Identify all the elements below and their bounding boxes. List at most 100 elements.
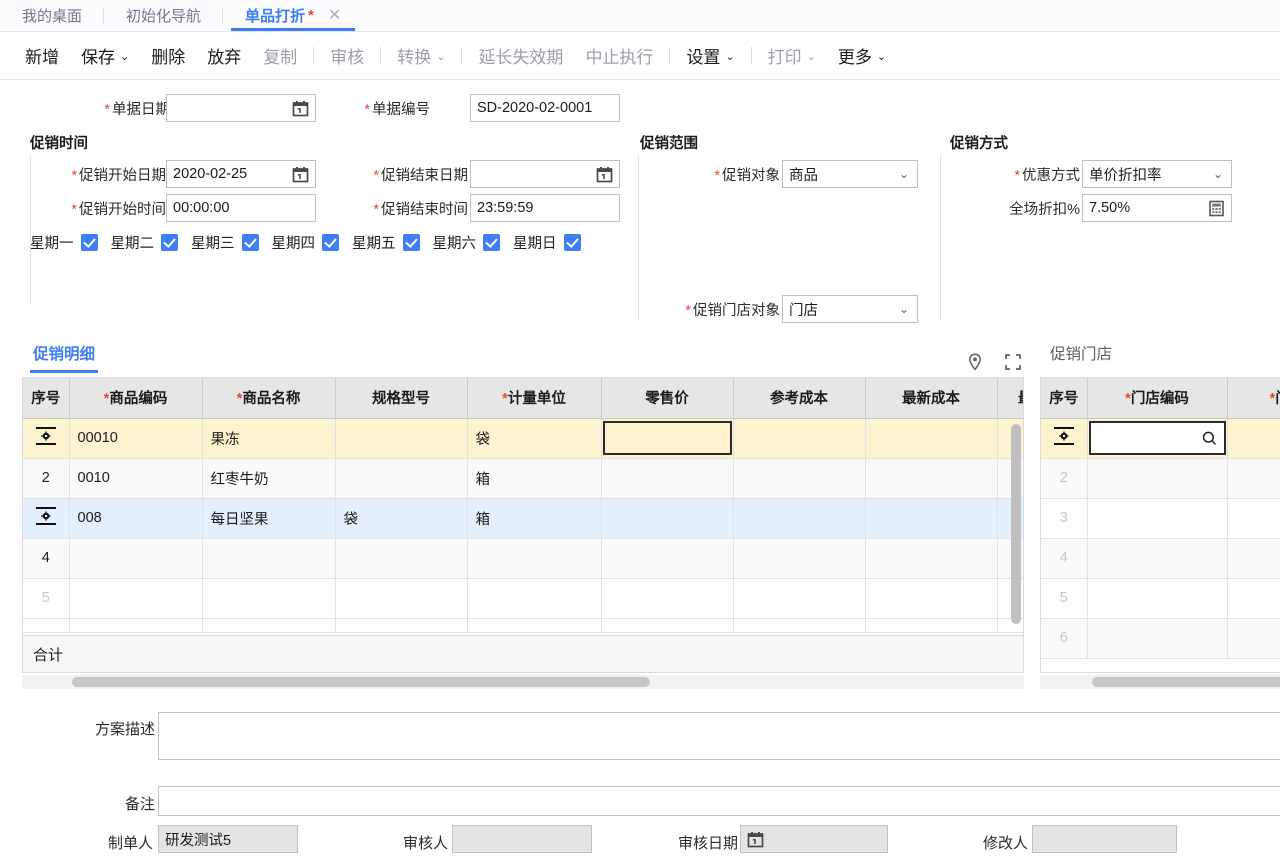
table-cell[interactable]: 箱 [467,498,602,539]
table-cell[interactable] [467,578,602,619]
stores-col-header-1[interactable]: *门店编码 [1087,378,1228,419]
detail-col-header-2[interactable]: *商品名称 [202,378,336,419]
table-cell[interactable]: 00010 [69,418,203,459]
chevron-down-icon[interactable]: ⌄ [807,50,816,63]
promo-target-select[interactable]: 商品 ⌄ [782,160,918,188]
store-name-cell[interactable] [1227,578,1280,619]
promo-end-time-input[interactable]: 23:59:59 [470,194,620,222]
toolbar-button-2[interactable]: 删除 [140,39,196,73]
fullscreen-icon[interactable] [1003,352,1023,372]
detail-col-header-8[interactable]: 最 [997,378,1023,419]
location-pin-icon[interactable] [965,352,985,372]
weekday-checkbox[interactable] [402,233,420,251]
table-cell[interactable]: 袋 [467,418,602,459]
calendar-icon[interactable] [747,831,764,848]
row-index-cell[interactable] [23,418,70,459]
row-gear-icon[interactable] [1053,425,1075,447]
store-name-cell[interactable] [1227,498,1280,539]
promo-end-date-input[interactable] [470,160,620,188]
table-cell[interactable] [733,458,866,499]
table-cell[interactable] [601,538,734,579]
chevron-down-icon[interactable]: ⌄ [1211,167,1225,181]
row-index-cell[interactable]: 5 [23,578,70,619]
table-row[interactable]: 5 [1041,578,1280,619]
table-row[interactable]: 5 [23,578,1023,619]
table-cell[interactable] [467,538,602,579]
weekday-checkbox[interactable] [563,233,581,251]
store-code-cell[interactable] [1087,498,1228,539]
bill-no-input[interactable]: SD-2020-02-0001 [470,94,620,122]
chevron-down-icon[interactable]: ⌄ [120,50,129,63]
search-icon[interactable] [1201,430,1218,447]
table-cell[interactable]: 红枣牛奶 [202,458,336,499]
table-cell[interactable] [733,418,866,459]
weekday-checkbox[interactable] [322,233,339,251]
row-index-cell[interactable] [1041,418,1088,459]
table-row[interactable]: 2 0010 红枣牛奶 箱 [23,458,1023,499]
table-cell[interactable]: 果冻 [202,418,336,459]
calculator-icon[interactable] [1208,200,1225,217]
table-cell[interactable] [865,538,998,579]
weekday-checkbox[interactable] [483,233,500,251]
detail-grid-hscroll-track[interactable] [22,675,1024,689]
weekday-item-5[interactable]: 星期六 [433,232,500,253]
tab-single-item-discount[interactable]: 单品打折 * ✕ [223,0,363,31]
table-cell[interactable] [69,578,203,619]
store-code-cell[interactable] [1087,538,1228,579]
table-cell[interactable] [865,578,998,619]
table-row[interactable]: 008 每日坚果 袋 箱 [23,498,1023,539]
table-cell[interactable]: 箱 [467,458,602,499]
table-cell[interactable] [601,498,734,539]
store-code-cell[interactable] [1087,418,1228,459]
weekday-item-6[interactable]: 星期日 [513,232,581,253]
calendar-icon[interactable] [596,166,613,183]
promo-start-date-input[interactable]: 2020-02-25 [166,160,316,188]
table-cell[interactable] [335,458,468,499]
toolbar-button-3[interactable]: 放弃 [196,39,252,73]
chevron-down-icon[interactable]: ⌄ [877,50,886,63]
weekday-checkbox[interactable] [241,233,259,251]
table-cell[interactable]: 0010 [69,458,203,499]
table-cell[interactable] [202,538,336,579]
row-index-cell[interactable]: 2 [23,458,70,499]
detail-col-header-0[interactable]: 序号 [23,378,70,419]
weekday-checkbox[interactable] [161,233,178,251]
row-index-cell[interactable]: 3 [1041,498,1088,539]
table-cell[interactable] [733,538,866,579]
table-cell[interactable] [335,578,468,619]
detail-col-header-5[interactable]: 零售价 [601,378,734,419]
table-cell[interactable] [865,498,998,539]
table-row[interactable] [1041,418,1280,459]
table-cell[interactable]: 008 [69,498,203,539]
row-index-cell[interactable]: 2 [1041,458,1088,499]
bill-date-input[interactable] [166,94,316,122]
stores-col-header-2[interactable]: *门店 [1227,378,1280,419]
table-row[interactable]: 2 [1041,458,1280,499]
toolbar-button-9[interactable]: 设置 ⌄ [675,39,745,73]
toolbar-button-10[interactable]: 打印 ⌄ [757,39,827,73]
tab-init-nav[interactable]: 初始化导航 [104,0,224,31]
row-index-cell[interactable] [23,498,70,539]
weekday-item-0[interactable]: 星期一 [30,232,98,253]
weekday-item-3[interactable]: 星期四 [272,232,339,253]
table-cell[interactable] [335,418,468,459]
detail-grid-vertical-scrollbar[interactable] [1011,424,1021,624]
table-cell[interactable] [733,578,866,619]
table-cell[interactable] [601,458,734,499]
table-cell[interactable] [865,458,998,499]
toolbar-button-0[interactable]: 新增 [14,39,70,73]
toolbar-button-1[interactable]: 保存 ⌄ [70,39,140,73]
toolbar-button-8[interactable]: 中止执行 [574,39,664,73]
discount-type-select[interactable]: 单价折扣率 ⌄ [1082,160,1232,188]
weekday-item-1[interactable]: 星期二 [111,232,178,253]
table-cell[interactable]: 每日坚果 [202,498,336,539]
weekday-checkbox[interactable] [80,233,98,251]
remark-input[interactable] [158,786,1280,816]
table-cell[interactable] [601,418,734,459]
weekday-item-4[interactable]: 星期五 [352,232,420,253]
global-discount-input[interactable]: 7.50% [1082,194,1232,222]
table-row[interactable]: 3 [1041,498,1280,539]
active-cell-editor[interactable] [602,421,732,455]
chevron-down-icon[interactable]: ⌄ [897,302,911,316]
toolbar-button-4[interactable]: 复制 [252,39,308,73]
